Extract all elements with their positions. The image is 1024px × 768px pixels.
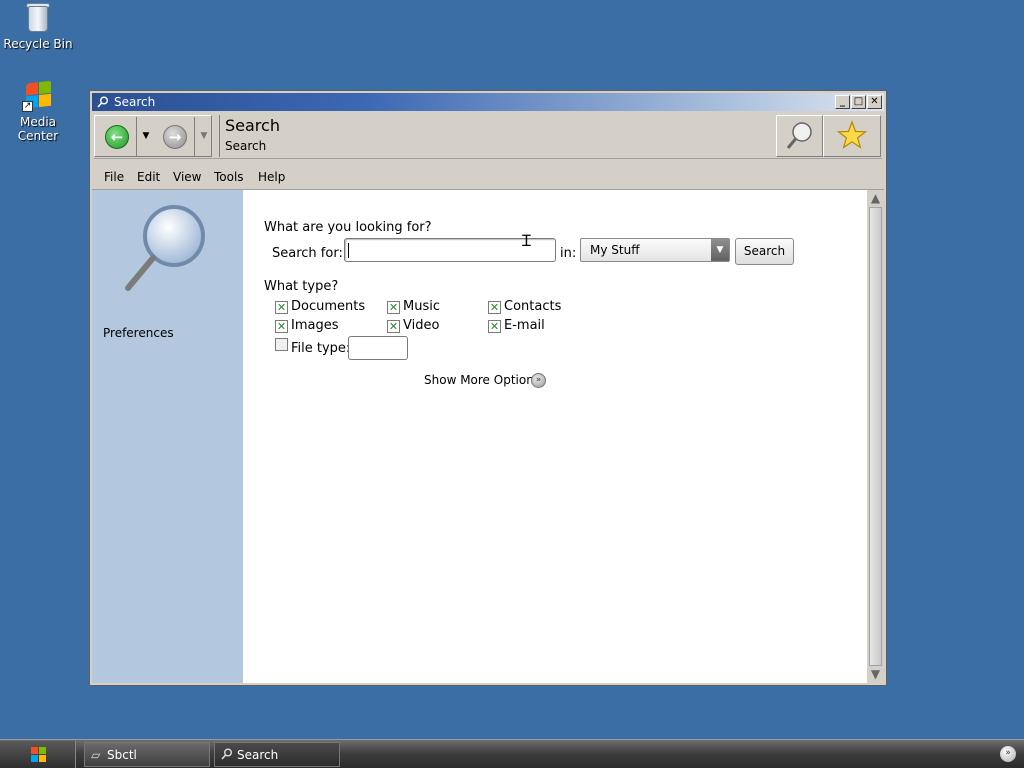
search-icon [221, 748, 232, 760]
address-title: Search [225, 116, 280, 135]
checkbox-label: E-mail [504, 318, 545, 333]
checkbox-video[interactable]: ✕ [387, 320, 400, 333]
media-center-icon: ↗ [22, 80, 54, 112]
checkbox-label: Documents [291, 299, 366, 314]
forward-button[interactable]: → [154, 117, 195, 156]
windows-logo-icon [31, 747, 47, 763]
expand-chevron-icon[interactable]: » [531, 373, 546, 388]
toolbar: ← ▼ → ▼ Search Search [94, 113, 882, 159]
in-label: in: [560, 246, 577, 261]
taskbar-item-sbctl[interactable]: ▱ Sbctl [84, 742, 210, 767]
minimize-button[interactable]: _ [835, 95, 850, 109]
sidebar: Preferences [92, 190, 243, 683]
checkbox-label: Images [291, 318, 339, 333]
menu-file[interactable]: File [104, 170, 124, 184]
text-caret [348, 243, 349, 258]
menu-edit[interactable]: Edit [137, 170, 160, 184]
magnifier-icon [786, 122, 812, 149]
window-title: Search [114, 95, 156, 109]
checkbox-music[interactable]: ✕ [387, 301, 400, 314]
start-button[interactable] [0, 741, 76, 768]
shortcut-arrow-icon: ↗ [22, 101, 33, 112]
file-type-input[interactable] [348, 336, 408, 360]
show-more-options-link[interactable]: Show More Options [424, 373, 540, 387]
forward-history-dropdown[interactable]: ▼ [196, 117, 212, 156]
search-tool-button[interactable] [776, 115, 823, 157]
menu-bar: File Edit View Tools Help [94, 165, 882, 189]
tray-expand-icon[interactable]: » [1000, 746, 1016, 762]
checkbox-email[interactable]: ✕ [488, 320, 501, 333]
search-form: What are you looking for? Search for: Ɪ … [243, 190, 867, 683]
scroll-down-icon[interactable]: ▼ [867, 666, 884, 683]
back-history-dropdown[interactable]: ▼ [138, 117, 154, 156]
vertical-scrollbar[interactable]: ▲ ▼ [867, 190, 884, 683]
search-window: Search _ □ ✕ ← ▼ → ▼ Search Search File … [89, 90, 887, 686]
taskbar: ▱ Sbctl Search » [0, 739, 1024, 768]
checkbox-file-type[interactable] [275, 338, 288, 351]
checkbox-documents[interactable]: ✕ [275, 301, 288, 314]
forward-arrow-icon: → [163, 125, 187, 149]
content-area: Preferences What are you looking for? Se… [92, 189, 884, 683]
star-icon [836, 120, 868, 149]
checkbox-label: Contacts [504, 299, 562, 314]
desktop-icon-label: Media Center [17, 115, 59, 143]
search-button[interactable]: Search [735, 238, 794, 265]
location-select[interactable]: My Stuff ▼ [580, 238, 730, 262]
desktop-icon-media-center[interactable]: ↗ Media Center [0, 80, 76, 143]
checkbox-label: Video [403, 318, 440, 333]
taskbar-item-search[interactable]: Search [214, 742, 340, 767]
desktop-icon-recycle-bin[interactable]: Recycle Bin [0, 2, 76, 51]
back-button[interactable]: ← [96, 117, 137, 156]
scroll-up-icon[interactable]: ▲ [867, 190, 884, 207]
type-question-label: What type? [264, 279, 339, 294]
desktop-icon-label: Recycle Bin [3, 37, 73, 51]
checkbox-images[interactable]: ✕ [275, 320, 288, 333]
back-arrow-icon: ← [105, 125, 129, 149]
chevron-down-icon[interactable]: ▼ [711, 239, 729, 261]
scrollbar-thumb[interactable] [869, 207, 882, 666]
checkbox-contacts[interactable]: ✕ [488, 301, 501, 314]
address-subtitle: Search [225, 139, 267, 153]
menu-view[interactable]: View [173, 170, 201, 184]
window-icon: ▱ [91, 748, 101, 762]
file-type-label: File type: [291, 341, 351, 356]
maximize-button[interactable]: □ [851, 95, 866, 109]
ibeam-cursor-icon: Ɪ [522, 231, 531, 250]
address-area: Search Search [219, 115, 772, 157]
nav-buttons: ← ▼ → ▼ [94, 115, 212, 157]
location-value: My Stuff [590, 243, 640, 257]
menu-help[interactable]: Help [258, 170, 285, 184]
recycle-bin-icon [22, 2, 54, 34]
favorites-button[interactable] [823, 115, 881, 157]
close-button[interactable]: ✕ [867, 95, 882, 109]
search-icon [97, 96, 108, 108]
menu-tools[interactable]: Tools [214, 170, 244, 184]
question-label: What are you looking for? [264, 220, 432, 235]
title-bar[interactable]: Search _ □ ✕ [92, 93, 884, 111]
preferences-link[interactable]: Preferences [103, 326, 174, 340]
magnifying-glass-icon [125, 205, 205, 291]
search-for-label: Search for: [272, 246, 343, 261]
checkbox-label: Music [403, 299, 440, 314]
